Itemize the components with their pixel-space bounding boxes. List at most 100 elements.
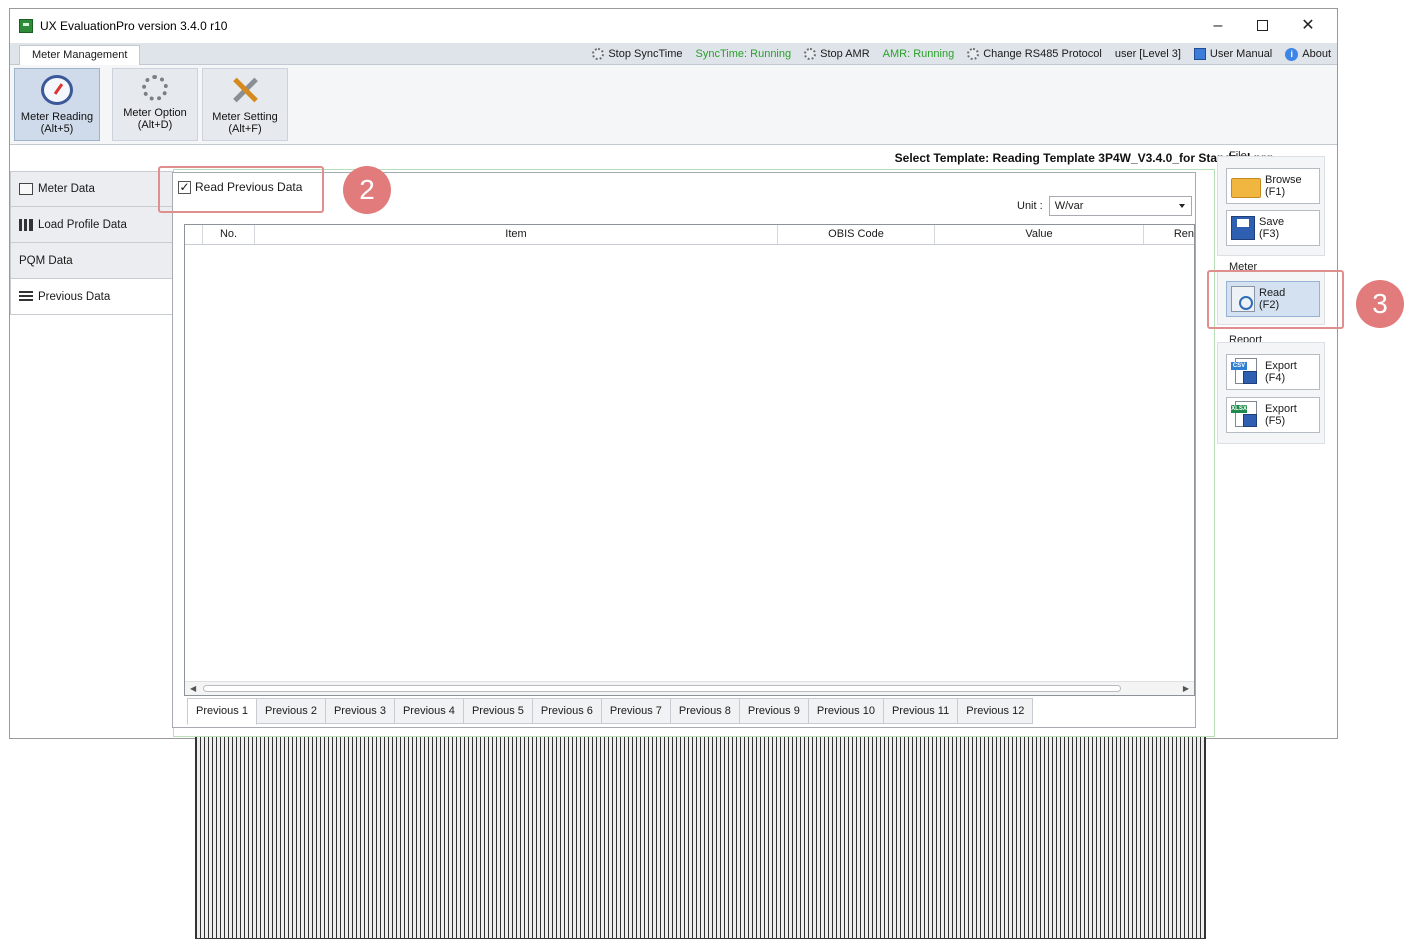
chevron-down-icon [1178, 204, 1185, 208]
data-nav: Meter Data Load Profile Data PQM Data Pr… [10, 171, 1206, 939]
unit-label: Unit : [1017, 200, 1043, 212]
gauge-icon [41, 75, 73, 105]
data-grid: No. Item OBIS Code Value Ren ◀ ▶ [184, 224, 1195, 696]
stop-synctime-button[interactable]: Stop SyncTime [592, 48, 683, 60]
meter-setting-shortcut: (Alt+F) [228, 123, 262, 135]
meter-setting-button[interactable]: Meter Setting (Alt+F) [202, 68, 288, 141]
csv-tag: CSV [1231, 362, 1247, 370]
save-label: Save (F3) [1259, 216, 1284, 240]
csv-export-icon: CSV [1231, 358, 1261, 386]
tab-previous-10[interactable]: Previous 10 [808, 698, 884, 724]
tab-previous-9[interactable]: Previous 9 [739, 698, 809, 724]
column-header-remark[interactable]: Ren [1144, 225, 1194, 244]
step-badge-3: 3 [1356, 280, 1404, 328]
nav-meter-data[interactable]: Meter Data [10, 171, 173, 207]
window-title: UX EvaluationPro version 3.4.0 r10 [40, 19, 228, 33]
close-button[interactable]: ✕ [1286, 13, 1330, 39]
tab-previous-2[interactable]: Previous 2 [256, 698, 326, 724]
tab-previous-8[interactable]: Previous 8 [670, 698, 740, 724]
user-manual-label: User Manual [1209, 48, 1273, 60]
tab-previous-7[interactable]: Previous 7 [601, 698, 671, 724]
gear-icon [804, 48, 817, 60]
amr-status: AMR: Running [882, 48, 955, 60]
horizontal-scrollbar[interactable]: ◀ ▶ [185, 681, 1194, 695]
nav-meter-data-label: Meter Data [38, 183, 95, 195]
tab-previous-5[interactable]: Previous 5 [463, 698, 533, 724]
user-level: user [Level 3] [1114, 48, 1181, 60]
unit-dropdown[interactable]: W/var [1048, 196, 1192, 216]
export-xlsx-label: Export (F5) [1265, 403, 1297, 427]
export-csv-shortcut: (F4) [1265, 372, 1286, 384]
disk-icon [1243, 414, 1257, 427]
unit-value: W/var [1054, 200, 1084, 212]
column-header-item[interactable]: Item [255, 225, 778, 244]
column-header-no[interactable]: No. [203, 225, 255, 244]
step-badge-2: 2 [343, 166, 391, 214]
about-button[interactable]: i About [1285, 47, 1331, 61]
export-xlsx-shortcut: (F5) [1265, 415, 1286, 427]
nav-previous-label: Previous Data [38, 290, 111, 303]
scroll-left-icon[interactable]: ◀ [190, 684, 196, 693]
export-xlsx-label-text: Export [1265, 403, 1297, 415]
book-icon [1193, 48, 1206, 60]
change-protocol-label: Change RS485 Protocol [983, 48, 1102, 60]
tab-previous-12[interactable]: Previous 12 [958, 698, 1034, 724]
meter-option-button[interactable]: Meter Option (Alt+D) [112, 68, 198, 141]
column-header-value[interactable]: Value [935, 225, 1144, 244]
highlight-read-previous [158, 166, 324, 213]
tab-previous-1[interactable]: Previous 1 [187, 698, 257, 725]
meter-reading-shortcut: (Alt+5) [40, 123, 74, 135]
meter-setting-label: Meter Setting [212, 111, 278, 123]
tab-previous-11[interactable]: Previous 11 [883, 698, 959, 724]
meter-reading-button[interactable]: Meter Reading (Alt+5) [14, 68, 100, 141]
info-icon: i [1285, 47, 1299, 61]
maximize-button[interactable] [1240, 13, 1284, 39]
status-toolbar: Stop SyncTime SyncTime: Running Stop AMR… [592, 45, 1331, 63]
export-xlsx-button[interactable]: XLSX Export (F5) [1226, 397, 1320, 433]
save-button[interactable]: Save (F3) [1226, 210, 1320, 246]
scrollbar-thumb[interactable] [203, 685, 1121, 692]
title-bar: UX EvaluationPro version 3.4.0 r10 – ✕ [10, 9, 1337, 43]
nav-load-profile-label: Load Profile Data [38, 218, 127, 231]
browse-shortcut: (F1) [1265, 186, 1286, 198]
nav-pqm-data[interactable]: PQM Data [10, 243, 1206, 939]
meter-data-icon [19, 183, 33, 195]
column-header-selector[interactable] [185, 225, 203, 244]
minimize-button[interactable]: – [1196, 13, 1240, 39]
disk-icon [1243, 371, 1257, 384]
nav-load-profile-data[interactable]: Load Profile Data [10, 207, 173, 243]
tab-previous-4[interactable]: Previous 4 [394, 698, 464, 724]
list-icon [19, 290, 33, 303]
tab-previous-3[interactable]: Previous 3 [325, 698, 395, 724]
browse-button[interactable]: Browse (F1) [1226, 168, 1320, 204]
stop-amr-button[interactable]: Stop AMR [804, 48, 870, 60]
highlight-read-button [1207, 270, 1344, 329]
tab-previous-6[interactable]: Previous 6 [532, 698, 602, 724]
nav-pqm-label: PQM Data [19, 254, 73, 267]
meter-option-shortcut: (Alt+D) [137, 119, 173, 131]
export-csv-button[interactable]: CSV Export (F4) [1226, 354, 1320, 390]
gear-icon [592, 48, 605, 60]
user-manual-button[interactable]: User Manual [1193, 48, 1273, 60]
meter-option-label: Meter Option [123, 107, 187, 119]
gear-icon [967, 48, 980, 60]
save-label-text: Save [1259, 216, 1285, 228]
meter-reading-label: Meter Reading [20, 111, 94, 123]
column-header-obis-code[interactable]: OBIS Code [778, 225, 935, 244]
unit-selector: Unit : W/var [1017, 196, 1192, 216]
browse-label-text: Browse [1265, 174, 1302, 186]
stop-synctime-label: Stop SyncTime [608, 48, 683, 60]
nav-previous-data[interactable]: Previous Data [10, 279, 173, 315]
save-shortcut: (F3) [1259, 228, 1280, 240]
folder-icon [1231, 178, 1261, 198]
export-csv-label: Export (F4) [1265, 360, 1297, 384]
browse-label: Browse (F1) [1265, 174, 1302, 198]
change-protocol-button[interactable]: Change RS485 Protocol [967, 48, 1102, 60]
previous-tabs: Previous 1 Previous 2 Previous 3 Previou… [187, 698, 1034, 725]
tab-meter-management[interactable]: Meter Management [19, 45, 141, 66]
ribbon-tab-bar: Meter Management Stop SyncTime SyncTime:… [10, 43, 1337, 66]
scroll-right-icon[interactable]: ▶ [1183, 684, 1189, 693]
stop-amr-label: Stop AMR [820, 48, 870, 60]
xlsx-export-icon: XLSX [1231, 401, 1261, 429]
app-logo-icon [19, 19, 33, 33]
